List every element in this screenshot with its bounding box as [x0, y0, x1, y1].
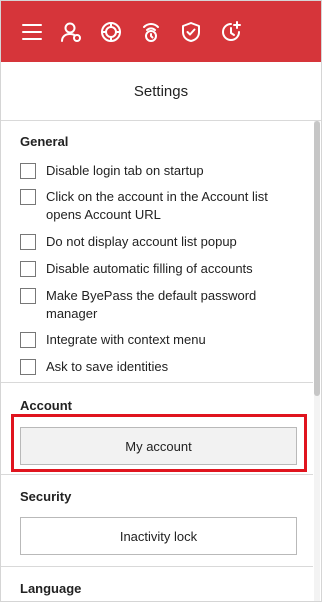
history-icon[interactable]: [218, 19, 244, 45]
option-label: Do not display account list popup: [46, 234, 237, 249]
account-icon[interactable]: [58, 19, 84, 45]
page-title-text: Settings: [133, 82, 189, 100]
checkbox[interactable]: [20, 234, 36, 250]
section-title-general: General: [20, 134, 69, 149]
checkbox[interactable]: [20, 261, 36, 277]
option-no-account-popup[interactable]: Do not display account list popup: [20, 234, 300, 251]
option-context-menu[interactable]: Integrate with context menu: [20, 332, 300, 349]
divider: [1, 474, 313, 475]
section-title-account: Account: [20, 398, 72, 413]
generator-icon[interactable]: [138, 19, 164, 45]
settings-scroll-area[interactable]: General Disable login tab on startup Cli…: [1, 121, 321, 601]
app-window: Settings General Disable login tab on st…: [0, 0, 322, 602]
option-label: Disable login tab on startup: [46, 163, 204, 178]
option-save-identities[interactable]: Ask to save identities: [20, 359, 300, 376]
checkbox[interactable]: [20, 332, 36, 348]
section-title-language: Language: [20, 581, 82, 596]
menu-icon[interactable]: [19, 19, 45, 45]
top-toolbar: [1, 1, 321, 62]
my-account-button[interactable]: My account: [20, 427, 297, 465]
option-disable-login-tab[interactable]: Disable login tab on startup: [20, 163, 300, 180]
section-title-security: Security: [20, 489, 72, 504]
option-default-password-manager[interactable]: Make ByePass the default password manage…: [20, 288, 300, 323]
option-label: Click on the account in the Account list…: [46, 189, 268, 222]
scrollbar[interactable]: [314, 121, 320, 601]
option-label: Ask to save identities: [46, 359, 169, 374]
page-title: Settings: [1, 62, 321, 121]
option-label: Make ByePass the default password manage…: [46, 288, 257, 321]
checkbox[interactable]: [20, 288, 36, 304]
checkbox[interactable]: [20, 163, 36, 179]
option-label: Disable automatic filling of accounts: [46, 261, 253, 276]
scrollbar-thumb[interactable]: [314, 121, 320, 396]
option-label: Integrate with context menu: [46, 332, 206, 347]
option-open-account-url[interactable]: Click on the account in the Account list…: [20, 189, 300, 224]
security-icon[interactable]: [178, 19, 204, 45]
divider: [1, 382, 313, 383]
checkbox[interactable]: [20, 359, 36, 375]
divider: [1, 566, 313, 567]
option-disable-autofill[interactable]: Disable automatic filling of accounts: [20, 261, 300, 278]
checkbox[interactable]: [20, 189, 36, 205]
passwords-icon[interactable]: [98, 19, 124, 45]
inactivity-lock-button[interactable]: Inactivity lock: [20, 517, 297, 555]
